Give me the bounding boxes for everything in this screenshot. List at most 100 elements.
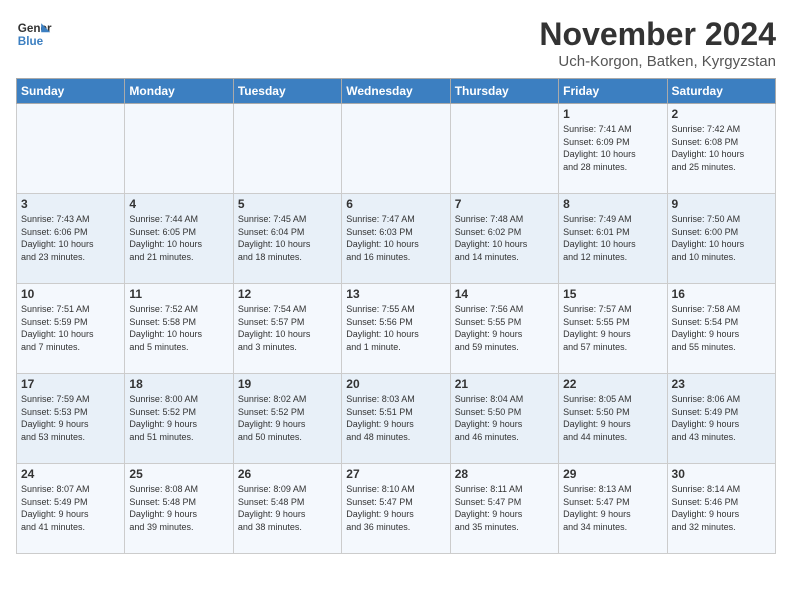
weekday-header-saturday: Saturday — [667, 79, 775, 104]
calendar-cell: 5Sunrise: 7:45 AM Sunset: 6:04 PM Daylig… — [233, 194, 341, 284]
calendar-cell: 16Sunrise: 7:58 AM Sunset: 5:54 PM Dayli… — [667, 284, 775, 374]
day-number: 27 — [346, 467, 445, 481]
header: General Blue November 2024 Uch-Korgon, B… — [16, 16, 776, 70]
day-info: Sunrise: 7:57 AM Sunset: 5:55 PM Dayligh… — [563, 303, 662, 353]
weekday-header-thursday: Thursday — [450, 79, 558, 104]
day-info: Sunrise: 7:41 AM Sunset: 6:09 PM Dayligh… — [563, 123, 662, 173]
day-number: 24 — [21, 467, 120, 481]
day-info: Sunrise: 7:50 AM Sunset: 6:00 PM Dayligh… — [672, 213, 771, 263]
day-info: Sunrise: 8:10 AM Sunset: 5:47 PM Dayligh… — [346, 483, 445, 533]
day-info: Sunrise: 7:54 AM Sunset: 5:57 PM Dayligh… — [238, 303, 337, 353]
day-info: Sunrise: 7:43 AM Sunset: 6:06 PM Dayligh… — [21, 213, 120, 263]
calendar-cell: 18 Sunrise: 8:00 AM Sunset: 5:52 PM Dayli… — [125, 374, 233, 464]
day-number: 10 — [21, 287, 120, 301]
calendar-cell: 4 Sunrise: 7:44 AM Sunset: 6:05 PM Daylig… — [125, 194, 233, 284]
calendar-cell — [233, 104, 341, 194]
day-number: 8 — [563, 197, 662, 211]
calendar-table: SundayMondayTuesdayWednesdayThursdayFrid… — [16, 78, 776, 554]
day-number: 21 — [455, 377, 554, 391]
calendar-cell: 17Sunrise: 7:59 AM Sunset: 5:53 PM Dayli… — [17, 374, 125, 464]
calendar-cell: 27 Sunrise: 8:10 AM Sunset: 5:47 PM Dayli… — [342, 464, 450, 554]
day-info: Sunrise: 7:58 AM Sunset: 5:54 PM Dayligh… — [672, 303, 771, 353]
day-info: Sunrise: 8:14 AM Sunset: 5:46 PM Dayligh… — [672, 483, 771, 533]
day-info: Sunrise: 7:42 AM Sunset: 6:08 PM Dayligh… — [672, 123, 771, 173]
day-number: 2 — [672, 107, 771, 121]
day-info: Sunrise: 7:48 AM Sunset: 6:02 PM Dayligh… — [455, 213, 554, 263]
day-number: 6 — [346, 197, 445, 211]
day-number: 14 — [455, 287, 554, 301]
day-info: Sunrise: 8:11 AM Sunset: 5:47 PM Dayligh… — [455, 483, 554, 533]
day-number: 12 — [238, 287, 337, 301]
day-info: Sunrise: 8:13 AM Sunset: 5:47 PM Dayligh… — [563, 483, 662, 533]
day-number: 19 — [238, 377, 337, 391]
day-number: 13 — [346, 287, 445, 301]
day-info: Sunrise: 7:44 AM Sunset: 6:05 PM Dayligh… — [129, 213, 228, 263]
day-info: Sunrise: 7:55 AM Sunset: 5:56 PM Dayligh… — [346, 303, 445, 353]
logo: General Blue — [16, 16, 52, 52]
calendar-cell: 19 Sunrise: 8:02 AM Sunset: 5:52 PM Dayli… — [233, 374, 341, 464]
calendar-cell: 6 Sunrise: 7:47 AM Sunset: 6:03 PM Daylig… — [342, 194, 450, 284]
day-info: Sunrise: 8:07 AM Sunset: 5:49 PM Dayligh… — [21, 483, 120, 533]
day-number: 1 — [563, 107, 662, 121]
calendar-cell — [450, 104, 558, 194]
day-number: 17 — [21, 377, 120, 391]
day-info: Sunrise: 8:04 AM Sunset: 5:50 PM Dayligh… — [455, 393, 554, 443]
calendar-cell: 8 Sunrise: 7:49 AM Sunset: 6:01 PM Daylig… — [559, 194, 667, 284]
calendar-cell: 21 Sunrise: 8:04 AM Sunset: 5:50 PM Dayli… — [450, 374, 558, 464]
day-info: Sunrise: 8:00 AM Sunset: 5:52 PM Dayligh… — [129, 393, 228, 443]
weekday-header-tuesday: Tuesday — [233, 79, 341, 104]
calendar-week-3: 10 Sunrise: 7:51 AM Sunset: 5:59 PM Dayli… — [17, 284, 776, 374]
calendar-cell: 25 Sunrise: 8:08 AM Sunset: 5:48 PM Dayli… — [125, 464, 233, 554]
calendar-week-2: 3 Sunrise: 7:43 AM Sunset: 6:06 PM Daylig… — [17, 194, 776, 284]
day-number: 4 — [129, 197, 228, 211]
day-info: Sunrise: 8:09 AM Sunset: 5:48 PM Dayligh… — [238, 483, 337, 533]
day-info: Sunrise: 7:45 AM Sunset: 6:04 PM Dayligh… — [238, 213, 337, 263]
calendar-cell — [342, 104, 450, 194]
calendar-cell: 26Sunrise: 8:09 AM Sunset: 5:48 PM Dayli… — [233, 464, 341, 554]
calendar-cell: 1 Sunrise: 7:41 AM Sunset: 6:09 PM Daylig… — [559, 104, 667, 194]
day-info: Sunrise: 7:56 AM Sunset: 5:55 PM Dayligh… — [455, 303, 554, 353]
calendar-cell — [125, 104, 233, 194]
calendar-cell: 2 Sunrise: 7:42 AM Sunset: 6:08 PM Daylig… — [667, 104, 775, 194]
day-number: 7 — [455, 197, 554, 211]
day-number: 11 — [129, 287, 228, 301]
weekday-header-sunday: Sunday — [17, 79, 125, 104]
day-number: 3 — [21, 197, 120, 211]
svg-text:General: General — [18, 22, 52, 35]
day-number: 25 — [129, 467, 228, 481]
day-info: Sunrise: 8:08 AM Sunset: 5:48 PM Dayligh… — [129, 483, 228, 533]
calendar-cell: 24 Sunrise: 8:07 AM Sunset: 5:49 PM Dayli… — [17, 464, 125, 554]
day-info: Sunrise: 7:51 AM Sunset: 5:59 PM Dayligh… — [21, 303, 120, 353]
calendar-week-1: 1 Sunrise: 7:41 AM Sunset: 6:09 PM Daylig… — [17, 104, 776, 194]
calendar-week-5: 24 Sunrise: 8:07 AM Sunset: 5:49 PM Dayli… — [17, 464, 776, 554]
day-number: 15 — [563, 287, 662, 301]
svg-text:Blue: Blue — [18, 35, 44, 48]
calendar-week-4: 17Sunrise: 7:59 AM Sunset: 5:53 PM Dayli… — [17, 374, 776, 464]
calendar-cell: 22 Sunrise: 8:05 AM Sunset: 5:50 PM Dayli… — [559, 374, 667, 464]
calendar-cell — [17, 104, 125, 194]
weekday-header-monday: Monday — [125, 79, 233, 104]
day-info: Sunrise: 8:02 AM Sunset: 5:52 PM Dayligh… — [238, 393, 337, 443]
day-number: 9 — [672, 197, 771, 211]
day-info: Sunrise: 8:06 AM Sunset: 5:49 PM Dayligh… — [672, 393, 771, 443]
calendar-cell: 3 Sunrise: 7:43 AM Sunset: 6:06 PM Daylig… — [17, 194, 125, 284]
subtitle: Uch-Korgon, Batken, Kyrgyzstan — [539, 53, 776, 70]
day-info: Sunrise: 8:05 AM Sunset: 5:50 PM Dayligh… — [563, 393, 662, 443]
calendar-cell: 15 Sunrise: 7:57 AM Sunset: 5:55 PM Dayli… — [559, 284, 667, 374]
month-title: November 2024 — [539, 16, 776, 53]
calendar-cell: 28Sunrise: 8:11 AM Sunset: 5:47 PM Dayli… — [450, 464, 558, 554]
calendar-cell: 9 Sunrise: 7:50 AM Sunset: 6:00 PM Daylig… — [667, 194, 775, 284]
day-number: 22 — [563, 377, 662, 391]
calendar-cell: 20Sunrise: 8:03 AM Sunset: 5:51 PM Dayli… — [342, 374, 450, 464]
day-info: Sunrise: 7:47 AM Sunset: 6:03 PM Dayligh… — [346, 213, 445, 263]
logo-icon: General Blue — [16, 16, 52, 52]
day-info: Sunrise: 7:49 AM Sunset: 6:01 PM Dayligh… — [563, 213, 662, 263]
day-number: 30 — [672, 467, 771, 481]
calendar-cell: 7 Sunrise: 7:48 AM Sunset: 6:02 PM Daylig… — [450, 194, 558, 284]
calendar-cell: 29 Sunrise: 8:13 AM Sunset: 5:47 PM Dayli… — [559, 464, 667, 554]
day-number: 29 — [563, 467, 662, 481]
calendar-cell: 10 Sunrise: 7:51 AM Sunset: 5:59 PM Dayli… — [17, 284, 125, 374]
day-number: 18 — [129, 377, 228, 391]
day-number: 23 — [672, 377, 771, 391]
calendar-cell: 23 Sunrise: 8:06 AM Sunset: 5:49 PM Dayli… — [667, 374, 775, 464]
